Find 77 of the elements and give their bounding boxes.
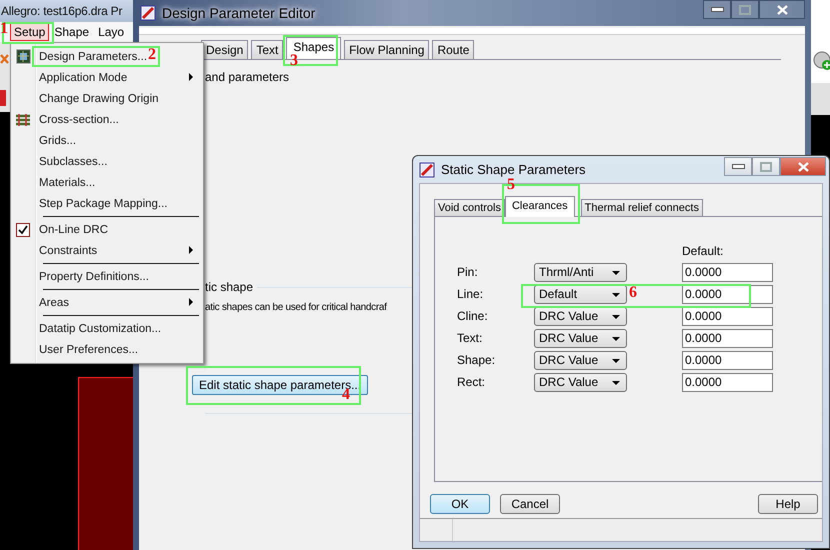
caret-icon	[612, 314, 620, 318]
minimize-button[interactable]	[703, 0, 731, 19]
minimize-button[interactable]	[724, 157, 752, 176]
help-button[interactable]: Help	[758, 494, 818, 514]
window-title: Static Shape Parameters	[441, 162, 586, 177]
app-icon	[140, 5, 156, 21]
checkbox[interactable]	[16, 222, 30, 236]
menu-item[interactable]: Areas	[39, 296, 70, 308]
menu-item[interactable]: Datatip Customization...	[39, 322, 162, 334]
menu-item[interactable]: Grids...	[39, 134, 76, 146]
board-icon	[16, 49, 30, 64]
dropdown[interactable]: DRC Value	[534, 350, 627, 370]
caret-icon	[612, 380, 620, 384]
menu-item[interactable]: On-Line DRC	[39, 224, 108, 236]
maximize-icon	[760, 162, 772, 172]
group-title: tic shape	[205, 280, 258, 294]
dialog-button[interactable]: Cancel	[500, 494, 560, 514]
caret-icon	[612, 358, 620, 362]
field-label: Line:	[457, 287, 484, 301]
dropdown[interactable]: DRC Value	[534, 372, 627, 392]
window-title: Design Parameter Editor	[162, 5, 316, 21]
menu-item[interactable]: Setup	[10, 23, 50, 41]
menu-item[interactable]: Materials...	[39, 176, 96, 188]
field-label: Rect:	[457, 375, 486, 389]
input-field[interactable]: 0.0000	[682, 372, 773, 392]
caret-icon	[612, 270, 620, 274]
menu-item[interactable]: Design Parameters...	[39, 50, 148, 62]
step-number: 2	[148, 47, 156, 63]
tab[interactable]: Design	[201, 40, 248, 59]
maximize-button[interactable]	[731, 0, 759, 19]
column-header: Default:	[682, 244, 724, 260]
menu-item[interactable]: Step Package Mapping...	[39, 198, 168, 210]
field-label: Text:	[457, 331, 484, 345]
field-label: Pin:	[457, 265, 479, 279]
description-text: atic shapes can be used for critical handcraf	[205, 302, 387, 313]
tab[interactable]: Thermal relief connects	[580, 199, 703, 216]
menu-item[interactable]: Change Drawing Origin	[39, 92, 159, 104]
menu-item[interactable]: Property Definitions...	[39, 270, 149, 282]
field-label: Shape:	[457, 353, 496, 367]
tab[interactable]: Flow Planning	[344, 40, 430, 59]
tab[interactable]: Void controls	[434, 199, 505, 216]
highlight-frame	[283, 35, 338, 66]
layers-icon	[15, 112, 31, 126]
tab[interactable]: Route	[432, 40, 474, 59]
close-button[interactable]	[780, 157, 826, 176]
close-icon[interactable]	[0, 54, 9, 64]
caret-icon	[612, 292, 620, 296]
app-icon	[419, 162, 435, 178]
menu-item[interactable]: User Preferences...	[39, 344, 138, 356]
menu-item[interactable]: Subclasses...	[39, 156, 108, 168]
minimize-icon	[710, 7, 724, 12]
highlight-frame	[2, 22, 54, 44]
maximize-icon	[739, 4, 751, 14]
menu-item[interactable]: Constraints	[39, 244, 98, 256]
minimize-icon	[732, 164, 744, 169]
dropdown[interactable]: DRC Value	[534, 328, 627, 348]
add-icon[interactable]	[812, 51, 830, 71]
menu-item[interactable]: Cross-section...	[39, 114, 119, 126]
step-number: 6	[629, 285, 637, 301]
close-icon	[776, 4, 788, 14]
section-heading: and parameters	[205, 70, 290, 84]
menu-item[interactable]: Application Mode	[39, 72, 128, 84]
input-field[interactable]: 0.0000	[682, 350, 773, 370]
dropdown[interactable]: Thrml/Anti	[534, 262, 627, 282]
input-field[interactable]: 0.0000	[682, 328, 773, 348]
close-icon	[798, 162, 808, 172]
tab[interactable]: Text	[251, 40, 284, 59]
menu-item[interactable]: Layo	[94, 23, 128, 41]
menu-item[interactable]: Shape	[50, 23, 94, 41]
input-field[interactable]: 0.0000	[682, 284, 773, 304]
tab[interactable]: Clearances	[504, 196, 575, 217]
input-field[interactable]: 0.0000	[682, 306, 773, 326]
input-field[interactable]: 0.0000	[682, 262, 773, 282]
field-label: Cline:	[457, 309, 489, 323]
dialog-button[interactable]: OK	[430, 494, 490, 514]
caret-icon	[612, 336, 620, 340]
close-button[interactable]	[759, 0, 805, 19]
